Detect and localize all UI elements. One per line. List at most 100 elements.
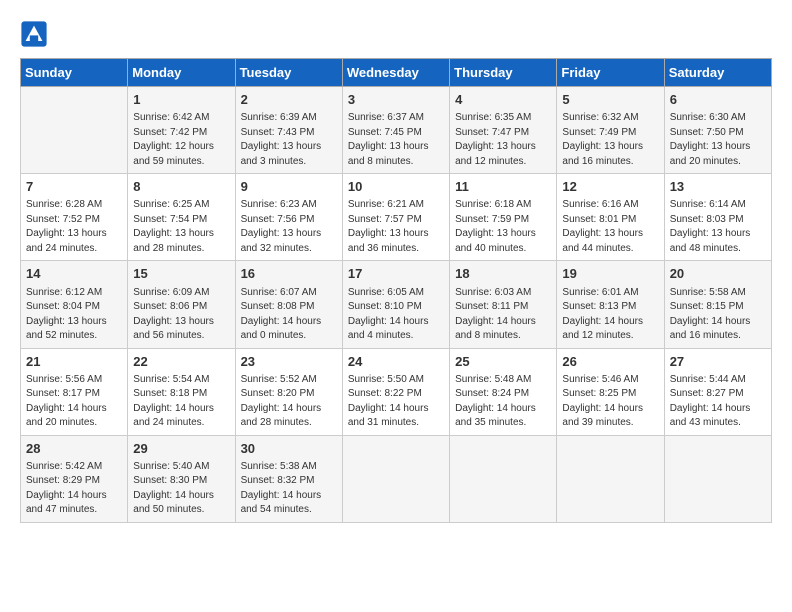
- day-number: 10: [348, 178, 444, 196]
- cell-info: Sunrise: 5:52 AM Sunset: 8:20 PM Dayligh…: [241, 373, 337, 431]
- calendar-cell: 18 Sunrise: 6:03 AM Sunset: 8:11 PM Dayli…: [450, 261, 557, 348]
- calendar-cell: 6Sunrise: 6:30 AM Sunset: 7:50 PM Daylig…: [664, 87, 771, 174]
- cell-info: Sunrise: 6:32 AM Sunset: 7:49 PM Dayligh…: [562, 111, 658, 169]
- cell-info: Sunrise: 6:09 AM Sunset: 8:06 PM Dayligh…: [133, 286, 229, 344]
- calendar-table: SundayMondayTuesdayWednesdayThursdayFrid…: [20, 58, 772, 523]
- cell-info: Sunrise: 6:01 AM Sunset: 8:13 PM Dayligh…: [562, 286, 658, 344]
- week-row-5: 28 Sunrise: 5:42 AM Sunset: 8:29 PM Dayli…: [21, 435, 772, 522]
- day-number: 12: [562, 178, 658, 196]
- cell-info: Sunrise: 6:12 AM Sunset: 8:04 PM Dayligh…: [26, 286, 122, 344]
- col-header-tuesday: Tuesday: [235, 59, 342, 87]
- cell-info: Sunrise: 6:35 AM Sunset: 7:47 PM Dayligh…: [455, 111, 551, 169]
- cell-info: Sunrise: 5:50 AM Sunset: 8:22 PM Dayligh…: [348, 373, 444, 431]
- day-number: 11: [455, 178, 551, 196]
- week-row-3: 14 Sunrise: 6:12 AM Sunset: 8:04 PM Dayli…: [21, 261, 772, 348]
- day-number: 8: [133, 178, 229, 196]
- cell-info: Sunrise: 5:42 AM Sunset: 8:29 PM Dayligh…: [26, 460, 122, 518]
- calendar-cell: 19 Sunrise: 6:01 AM Sunset: 8:13 PM Dayli…: [557, 261, 664, 348]
- day-number: 25: [455, 353, 551, 371]
- cell-info: Sunrise: 6:25 AM Sunset: 7:54 PM Dayligh…: [133, 198, 229, 256]
- day-number: 29: [133, 440, 229, 458]
- day-number: 1: [133, 91, 229, 109]
- calendar-cell: 14 Sunrise: 6:12 AM Sunset: 8:04 PM Dayli…: [21, 261, 128, 348]
- calendar-cell: 28 Sunrise: 5:42 AM Sunset: 8:29 PM Dayli…: [21, 435, 128, 522]
- calendar-cell: 11Sunrise: 6:18 AM Sunset: 7:59 PM Dayli…: [450, 174, 557, 261]
- cell-info: Sunrise: 6:23 AM Sunset: 7:56 PM Dayligh…: [241, 198, 337, 256]
- day-number: 23: [241, 353, 337, 371]
- calendar-cell: [21, 87, 128, 174]
- day-number: 24: [348, 353, 444, 371]
- day-number: 13: [670, 178, 766, 196]
- cell-info: Sunrise: 6:05 AM Sunset: 8:10 PM Dayligh…: [348, 286, 444, 344]
- cell-info: Sunrise: 6:14 AM Sunset: 8:03 PM Dayligh…: [670, 198, 766, 256]
- calendar-cell: 30 Sunrise: 5:38 AM Sunset: 8:32 PM Dayli…: [235, 435, 342, 522]
- calendar-cell: 29 Sunrise: 5:40 AM Sunset: 8:30 PM Dayli…: [128, 435, 235, 522]
- calendar-cell: 21Sunrise: 5:56 AM Sunset: 8:17 PM Dayli…: [21, 348, 128, 435]
- calendar-cell: 17 Sunrise: 6:05 AM Sunset: 8:10 PM Dayli…: [342, 261, 449, 348]
- calendar-cell: 16 Sunrise: 6:07 AM Sunset: 8:08 PM Dayli…: [235, 261, 342, 348]
- day-number: 15: [133, 265, 229, 283]
- cell-info: Sunrise: 5:48 AM Sunset: 8:24 PM Dayligh…: [455, 373, 551, 431]
- day-number: 14: [26, 265, 122, 283]
- cell-info: Sunrise: 6:03 AM Sunset: 8:11 PM Dayligh…: [455, 286, 551, 344]
- day-number: 3: [348, 91, 444, 109]
- logo-icon: [20, 20, 48, 48]
- cell-info: Sunrise: 5:58 AM Sunset: 8:15 PM Dayligh…: [670, 286, 766, 344]
- col-header-wednesday: Wednesday: [342, 59, 449, 87]
- week-row-2: 7 Sunrise: 6:28 AM Sunset: 7:52 PM Daylig…: [21, 174, 772, 261]
- calendar-cell: 5 Sunrise: 6:32 AM Sunset: 7:49 PM Daylig…: [557, 87, 664, 174]
- calendar-cell: 26 Sunrise: 5:46 AM Sunset: 8:25 PM Dayli…: [557, 348, 664, 435]
- day-number: 16: [241, 265, 337, 283]
- cell-info: Sunrise: 5:38 AM Sunset: 8:32 PM Dayligh…: [241, 460, 337, 518]
- calendar-cell: 3 Sunrise: 6:37 AM Sunset: 7:45 PM Daylig…: [342, 87, 449, 174]
- day-number: 22: [133, 353, 229, 371]
- week-row-1: 1 Sunrise: 6:42 AM Sunset: 7:42 PM Daylig…: [21, 87, 772, 174]
- cell-info: Sunrise: 6:42 AM Sunset: 7:42 PM Dayligh…: [133, 111, 229, 169]
- calendar-cell: 22 Sunrise: 5:54 AM Sunset: 8:18 PM Dayli…: [128, 348, 235, 435]
- cell-info: Sunrise: 6:07 AM Sunset: 8:08 PM Dayligh…: [241, 286, 337, 344]
- calendar-cell: 4 Sunrise: 6:35 AM Sunset: 7:47 PM Daylig…: [450, 87, 557, 174]
- cell-info: Sunrise: 6:39 AM Sunset: 7:43 PM Dayligh…: [241, 111, 337, 169]
- calendar-cell: [664, 435, 771, 522]
- day-number: 6: [670, 91, 766, 109]
- day-number: 27: [670, 353, 766, 371]
- calendar-cell: 9Sunrise: 6:23 AM Sunset: 7:56 PM Daylig…: [235, 174, 342, 261]
- col-header-sunday: Sunday: [21, 59, 128, 87]
- logo: [20, 20, 52, 48]
- day-number: 19: [562, 265, 658, 283]
- col-header-monday: Monday: [128, 59, 235, 87]
- calendar-cell: 27 Sunrise: 5:44 AM Sunset: 8:27 PM Dayli…: [664, 348, 771, 435]
- calendar-cell: 10 Sunrise: 6:21 AM Sunset: 7:57 PM Dayli…: [342, 174, 449, 261]
- calendar-cell: 8 Sunrise: 6:25 AM Sunset: 7:54 PM Daylig…: [128, 174, 235, 261]
- day-number: 18: [455, 265, 551, 283]
- day-number: 26: [562, 353, 658, 371]
- day-number: 4: [455, 91, 551, 109]
- cell-info: Sunrise: 5:40 AM Sunset: 8:30 PM Dayligh…: [133, 460, 229, 518]
- cell-info: Sunrise: 6:21 AM Sunset: 7:57 PM Dayligh…: [348, 198, 444, 256]
- day-number: 5: [562, 91, 658, 109]
- calendar-cell: 25 Sunrise: 5:48 AM Sunset: 8:24 PM Dayli…: [450, 348, 557, 435]
- col-header-friday: Friday: [557, 59, 664, 87]
- cell-info: Sunrise: 6:28 AM Sunset: 7:52 PM Dayligh…: [26, 198, 122, 256]
- cell-info: Sunrise: 5:54 AM Sunset: 8:18 PM Dayligh…: [133, 373, 229, 431]
- cell-info: Sunrise: 5:46 AM Sunset: 8:25 PM Dayligh…: [562, 373, 658, 431]
- day-number: 20: [670, 265, 766, 283]
- calendar-cell: 15 Sunrise: 6:09 AM Sunset: 8:06 PM Dayli…: [128, 261, 235, 348]
- col-header-thursday: Thursday: [450, 59, 557, 87]
- calendar-cell: [342, 435, 449, 522]
- day-number: 28: [26, 440, 122, 458]
- header-row: SundayMondayTuesdayWednesdayThursdayFrid…: [21, 59, 772, 87]
- calendar-cell: 1 Sunrise: 6:42 AM Sunset: 7:42 PM Daylig…: [128, 87, 235, 174]
- day-number: 21: [26, 353, 122, 371]
- header: [20, 20, 772, 48]
- day-number: 30: [241, 440, 337, 458]
- day-number: 17: [348, 265, 444, 283]
- cell-info: Sunrise: 5:44 AM Sunset: 8:27 PM Dayligh…: [670, 373, 766, 431]
- calendar-cell: 13 Sunrise: 6:14 AM Sunset: 8:03 PM Dayli…: [664, 174, 771, 261]
- col-header-saturday: Saturday: [664, 59, 771, 87]
- calendar-cell: 2Sunrise: 6:39 AM Sunset: 7:43 PM Daylig…: [235, 87, 342, 174]
- week-row-4: 21Sunrise: 5:56 AM Sunset: 8:17 PM Dayli…: [21, 348, 772, 435]
- cell-info: Sunrise: 6:37 AM Sunset: 7:45 PM Dayligh…: [348, 111, 444, 169]
- calendar-cell: 7 Sunrise: 6:28 AM Sunset: 7:52 PM Daylig…: [21, 174, 128, 261]
- day-number: 7: [26, 178, 122, 196]
